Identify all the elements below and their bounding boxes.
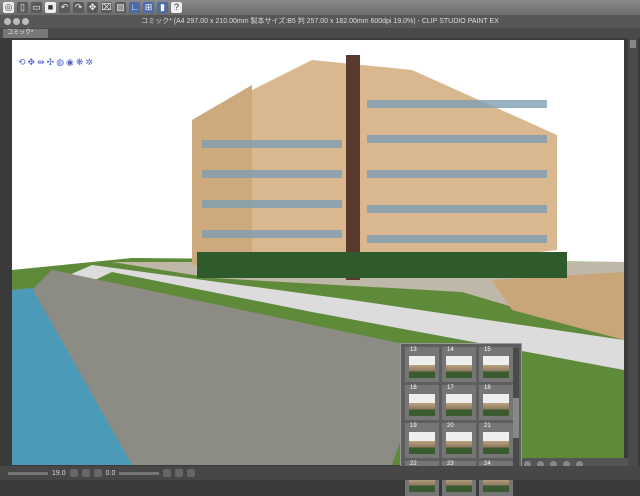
light-icon[interactable]: ◉ xyxy=(66,57,74,68)
open-file-icon[interactable]: ▭ xyxy=(31,2,42,13)
thumbnail[interactable]: 19 xyxy=(405,423,439,458)
flip-button[interactable] xyxy=(187,469,196,477)
special-ruler-icon[interactable]: ▮ xyxy=(157,2,168,13)
transform-icon[interactable]: ✥ xyxy=(87,2,98,13)
fill-icon[interactable]: ▨ xyxy=(115,2,126,13)
pillar xyxy=(346,55,360,280)
app-menu-button[interactable]: ◎ xyxy=(3,2,14,13)
thumbnail[interactable]: 15 xyxy=(479,347,513,382)
undo-icon[interactable]: ↶ xyxy=(59,2,70,13)
pan-icon[interactable]: ⇹ xyxy=(37,57,45,68)
angle-value[interactable]: 0.0 xyxy=(106,470,116,477)
zoom-in-button[interactable] xyxy=(81,469,90,477)
rotate-right-button[interactable] xyxy=(175,469,184,477)
preset-thumbnail-panel: 13 14 15 16 17 18 19 20 21 22 23 24 xyxy=(400,343,522,496)
thumbnail[interactable]: 13 xyxy=(405,347,439,382)
clear-icon[interactable]: ⌧ xyxy=(101,2,112,13)
status-bar: 19.0 0.0 xyxy=(0,466,640,480)
thumbnail[interactable]: 18 xyxy=(479,385,513,420)
thumbnail-scrollbar[interactable] xyxy=(513,348,519,476)
snap-ruler-icon[interactable]: ∟ xyxy=(129,2,140,13)
window-title: コミック* (A4 297.00 x 210.00mm 製本サイズ:B5 判 2… xyxy=(141,18,499,25)
camera-icon[interactable]: ◍ xyxy=(56,57,64,68)
help-icon[interactable]: ? xyxy=(171,2,182,13)
save-icon[interactable]: ■ xyxy=(45,2,56,13)
rotate-icon[interactable]: ⟲ xyxy=(18,57,26,68)
tab-bar: コミック* xyxy=(0,28,640,38)
fit-button[interactable] xyxy=(93,469,102,477)
zoom-out-button[interactable] xyxy=(69,469,78,477)
rotate-left-button[interactable] xyxy=(163,469,172,477)
camera-controls: ⟲ ✥ ⇹ ✣ ◍ ◉ ❋ ✲ xyxy=(18,57,93,68)
thumbnail[interactable]: 21 xyxy=(479,423,513,458)
main-toolbar: ◎ ▯ ▭ ■ ↶ ↷ ✥ ⌧ ▨ ∟ ⊞ ▮ ? xyxy=(0,0,640,15)
tab-comic[interactable]: コミック* xyxy=(3,29,48,38)
rotate-object-icon[interactable]: ✣ xyxy=(47,57,55,68)
redo-icon[interactable]: ↷ xyxy=(73,2,84,13)
move-icon[interactable]: ✥ xyxy=(28,57,36,68)
zoom-value[interactable]: 19.0 xyxy=(52,470,66,477)
maximize-icon[interactable] xyxy=(22,18,29,25)
close-icon[interactable] xyxy=(4,18,11,25)
thumbnail[interactable]: 14 xyxy=(442,347,476,382)
perspective-icon[interactable]: ❋ xyxy=(76,57,84,68)
hedge xyxy=(197,252,567,278)
minimize-icon[interactable] xyxy=(13,18,20,25)
thumbnail[interactable]: 17 xyxy=(442,385,476,420)
3d-scene xyxy=(12,55,624,465)
thumbnail[interactable]: 16 xyxy=(405,385,439,420)
vertical-scrollbar[interactable] xyxy=(628,38,638,468)
angle-slider[interactable] xyxy=(119,471,160,475)
thumbnail[interactable]: 20 xyxy=(442,423,476,458)
title-bar: コミック* (A4 297.00 x 210.00mm 製本サイズ:B5 判 2… xyxy=(0,15,640,28)
reset-icon[interactable]: ✲ xyxy=(85,57,93,68)
zoom-slider[interactable] xyxy=(8,471,48,475)
snap-grid-icon[interactable]: ⊞ xyxy=(143,2,154,13)
new-file-icon[interactable]: ▯ xyxy=(17,2,28,13)
canvas[interactable]: ⟲ ✥ ⇹ ✣ ◍ ◉ ❋ ✲ xyxy=(12,40,624,465)
